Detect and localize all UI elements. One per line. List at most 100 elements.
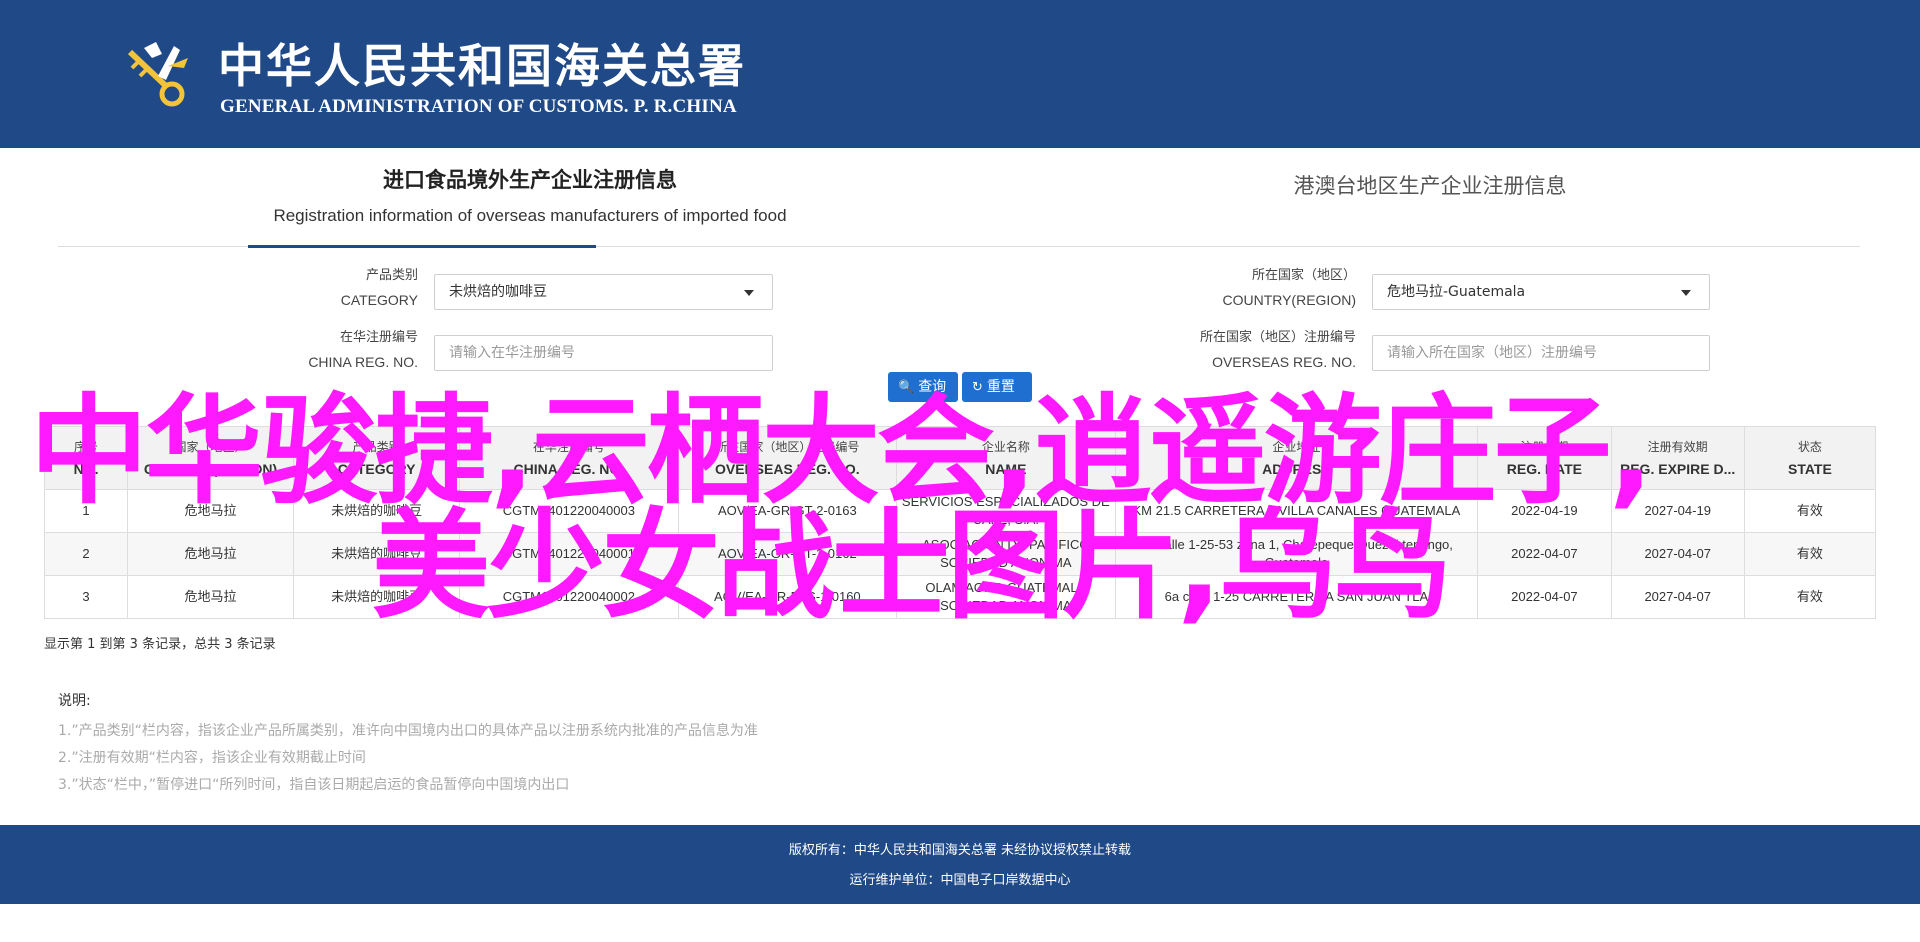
refresh-icon: ↻ [972, 380, 983, 395]
col-no[interactable]: 序号 NO. [43, 426, 129, 490]
china-reg-label-cn: 在华注册编号 [339, 330, 418, 345]
col-label-cn: 序号 [74, 440, 99, 454]
notes-title: 说明: [58, 693, 91, 709]
country-label: 所在国家（地区） COUNTRY(REGION) [1140, 264, 1356, 312]
col-label-en: OVERSEAS REG. NO. [714, 461, 860, 477]
footer-copyright: 版权所有：中华人民共和国海关总署 未经协议授权禁止转载 [788, 843, 1132, 858]
site-header: 中华人民共和国海关总署 GENERAL ADMINISTRATION OF CU… [0, 0, 1920, 148]
footer-maintainer: 运行维护单位：中国电子口岸数据中心 [849, 873, 1071, 888]
site-title-cn: 中华人民共和国海关总署 [218, 39, 746, 93]
col-label-cn: 所在国家（地区）注册编号 [715, 440, 860, 454]
category-label-en: CATEGORY [340, 292, 418, 308]
col-country[interactable]: 国家（地区） COUNTRY(REGION) [127, 426, 295, 490]
china-reg-label-en: CHINA REG. NO. [308, 354, 418, 370]
cell-overseas-reg: AOV/EA-GR-GT-2-0163 [677, 489, 898, 533]
chevron-down-icon [744, 290, 754, 296]
cell-state: 有效 [1743, 489, 1877, 533]
cell-no: 2 [43, 532, 129, 576]
cell-china-reg: CGTM1401220040001 [459, 532, 679, 576]
col-name[interactable]: 企业名称 NAME [896, 426, 1116, 490]
col-label-cn: 状态 [1797, 440, 1822, 454]
cell-state: 有效 [1743, 532, 1877, 576]
overseas-reg-placeholder: 请输入所在国家（地区）注册编号 [1387, 345, 1597, 361]
note-line: 1.”产品类别“栏内容，指该企业产品所属类别，准许向中国境内出口的具体产品以注册… [58, 723, 758, 739]
china-reg-label: 在华注册编号 CHINA REG. NO. [280, 326, 418, 374]
col-category[interactable]: 产品类别 CATEGORY [293, 426, 461, 490]
site-footer: 版权所有：中华人民共和国海关总署 未经协议授权禁止转载 运行维护单位：中国电子口… [0, 825, 1920, 904]
col-label-en: COUNTRY(REGION) [143, 461, 278, 477]
col-label-cn: 注册日期 [1520, 440, 1569, 454]
cell-state: 有效 [1743, 575, 1877, 619]
china-reg-placeholder: 请输入在华注册编号 [449, 345, 575, 361]
cell-china-reg: CGTM1401220040003 [459, 489, 679, 533]
cell-expire-date: 2027-04-19 [1610, 489, 1745, 533]
note-line: 2.”注册有效期“栏内容，指该企业有效期截止时间 [58, 750, 366, 766]
cell-category: 未烘焙的咖啡豆 [293, 532, 461, 576]
cell-country: 危地马拉 [127, 532, 295, 576]
table-row[interactable]: 2 危地马拉 未烘焙的咖啡豆 CGTM1401220040001 AOV/EA-… [43, 532, 1877, 576]
table-row[interactable]: 1 危地马拉 未烘焙的咖啡豆 CGTM1401220040003 AOV/EA-… [43, 489, 1877, 533]
chevron-down-icon [1681, 290, 1691, 296]
pagination-info: 显示第 1 到第 3 条记录，总共 3 条记录 [44, 637, 276, 652]
note-line: 3.”状态“栏中，”暂停进口“所列时间，指自该日期起启运的食品暂停向中国境内出口 [58, 777, 570, 793]
cell-name: OLAM AGRO GUATEMALA SOCIEDAD ANONIMA [896, 575, 1116, 619]
cell-address: 6a calle 1-25-53 zona 1, Chatepeque Quez… [1114, 532, 1479, 576]
search-button-label: 查询 [918, 379, 947, 395]
china-reg-input[interactable]: 请输入在华注册编号 [434, 335, 773, 371]
cell-overseas-reg: AOV/EA-GR-GT-2-0162 [677, 532, 898, 576]
table-row[interactable]: 3 危地马拉 未烘焙的咖啡豆 CGTM1401220040002 AOV/EA-… [43, 575, 1877, 619]
col-label-en: NO. [73, 461, 99, 477]
col-label-en: REG. EXPIRE D... [1620, 461, 1736, 477]
category-select[interactable]: 未烘焙的咖啡豆 [434, 274, 773, 310]
col-address[interactable]: 企业地址 ADDRESS [1114, 426, 1479, 490]
category-select-value: 未烘焙的咖啡豆 [449, 284, 547, 300]
col-label-en: CATEGORY [337, 461, 416, 477]
cell-name: ASOCIACION DE PACIFICO SOCIEDAD ANONIMA [896, 532, 1116, 576]
country-select-value: 危地马拉-Guatemala [1387, 284, 1526, 300]
col-overseas-reg[interactable]: 所在国家（地区）注册编号 OVERSEAS REG. NO. [677, 426, 898, 490]
cell-reg-date: 2022-04-07 [1477, 575, 1612, 619]
col-reg-date[interactable]: 注册日期 REG. DATE [1477, 426, 1612, 490]
col-label-cn: 在华注册编号 [532, 440, 605, 454]
cell-reg-date: 2022-04-07 [1477, 532, 1612, 576]
cell-overseas-reg: AOV/EA-GR-FES-1-0160 [677, 575, 898, 619]
notes-section: 说明: 1.”产品类别“栏内容，指该企业产品所属类别，准许向中国境内出口的具体产… [58, 690, 758, 799]
cell-no: 3 [43, 575, 129, 619]
col-label-cn: 国家（地区） [174, 440, 247, 454]
cell-name: SERVICIOS ESPECIALIZADOS DE CAFE, S.A. [896, 489, 1116, 533]
cell-country: 危地马拉 [127, 489, 295, 533]
site-title-en: GENERAL ADMINISTRATION OF CUSTOMS. P. R.… [220, 96, 737, 117]
search-button[interactable]: 🔍 查询 [888, 372, 958, 402]
tab-title-en: Registration information of overseas man… [273, 206, 787, 225]
cell-category: 未烘焙的咖啡豆 [293, 489, 461, 533]
col-label-cn: 企业名称 [981, 440, 1030, 454]
tab-hk-macao-taiwan[interactable]: 港澳台地区生产企业注册信息 [1190, 170, 1670, 200]
tab-title-cn: 进口食品境外生产企业注册信息 [383, 167, 677, 192]
country-label-cn: 所在国家（地区） [1251, 268, 1356, 283]
cell-no: 1 [43, 489, 129, 533]
cell-address: 6a calle 1-25 CARRETERA A SAN JUAN TLA [1114, 575, 1479, 619]
cell-reg-date: 2022-04-19 [1477, 489, 1612, 533]
cell-expire-date: 2027-04-07 [1610, 575, 1745, 619]
cell-category: 未烘焙的咖啡豆 [293, 575, 461, 619]
overseas-reg-label: 所在国家（地区）注册编号 OVERSEAS REG. NO. [1140, 326, 1356, 374]
reset-button[interactable]: ↻ 重置 [962, 372, 1032, 402]
col-label-en: REG. DATE [1506, 461, 1582, 477]
col-label-cn: 注册有效期 [1647, 440, 1708, 454]
col-china-reg[interactable]: 在华注册编号 CHINA REG. NO. [459, 426, 679, 490]
country-select[interactable]: 危地马拉-Guatemala [1372, 274, 1710, 310]
col-state[interactable]: 状态 STATE [1743, 426, 1877, 490]
overseas-reg-label-cn: 所在国家（地区）注册编号 [1199, 330, 1356, 345]
col-expire-date[interactable]: 注册有效期 REG. EXPIRE D... [1610, 426, 1745, 490]
active-tab-indicator [248, 245, 596, 248]
cell-country: 危地马拉 [127, 575, 295, 619]
cell-address: KM 21.5 CARRETERA A VILLA CANALES GUATEM… [1114, 489, 1479, 533]
tab-overseas-manufacturers[interactable]: 进口食品境外生产企业注册信息 Registration information … [240, 164, 820, 226]
search-icon: 🔍 [898, 380, 915, 395]
col-label-en: STATE [1788, 461, 1832, 477]
category-label: 产品类别 CATEGORY [300, 264, 418, 312]
overseas-reg-input[interactable]: 请输入所在国家（地区）注册编号 [1372, 335, 1710, 371]
country-label-en: COUNTRY(REGION) [1222, 292, 1356, 308]
reset-button-label: 重置 [986, 379, 1015, 395]
customs-emblem-icon [122, 36, 202, 116]
